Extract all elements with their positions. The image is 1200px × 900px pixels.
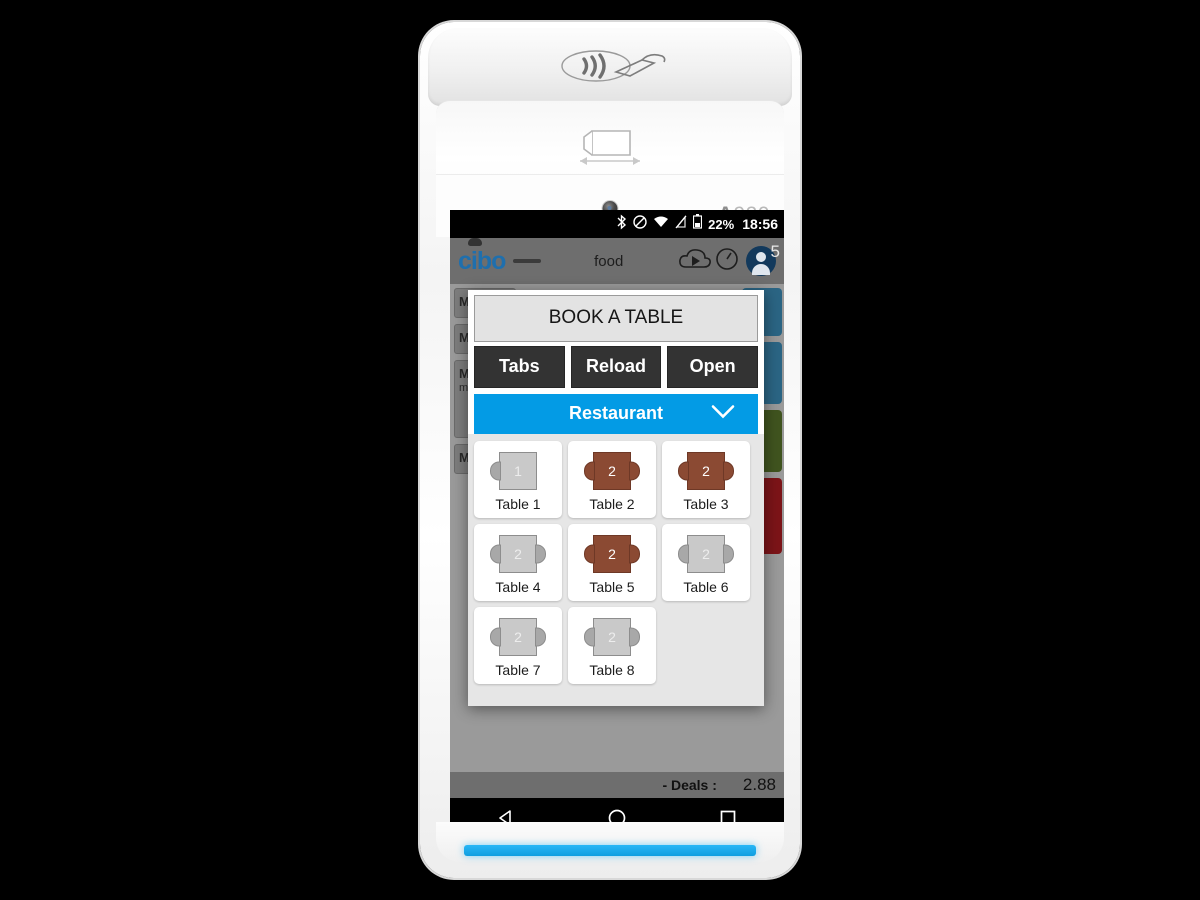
app-header: cibo food bbox=[450, 238, 784, 284]
chair-right-icon bbox=[629, 627, 640, 647]
table-icon: 2 bbox=[678, 452, 734, 490]
cloud-play-icon[interactable] bbox=[678, 246, 712, 277]
table-icon: 2 bbox=[584, 535, 640, 573]
app-header-center-label: food bbox=[594, 252, 624, 270]
receipt-printer-icon bbox=[572, 125, 648, 176]
chair-right-icon bbox=[629, 544, 640, 564]
table-label: Table 7 bbox=[495, 662, 541, 678]
do-not-disturb-icon bbox=[633, 214, 647, 234]
device-bottom bbox=[436, 822, 784, 862]
table-grid: 1 Table 1 2 Table 2 2 Table 3 2 Table 4 … bbox=[468, 434, 764, 706]
table-card[interactable]: 2 Table 3 bbox=[662, 441, 750, 518]
table-figure: 2 bbox=[662, 449, 750, 493]
status-led-bar bbox=[464, 845, 756, 856]
table-icon: 2 bbox=[584, 618, 640, 656]
table-label: Table 6 bbox=[683, 579, 729, 595]
table-seats: 2 bbox=[514, 546, 522, 562]
book-a-table-modal: BOOK A TABLE Tabs Reload Open Restaurant bbox=[468, 290, 764, 706]
table-icon: 2 bbox=[490, 535, 546, 573]
area-dropdown-value: Restaurant bbox=[568, 403, 664, 423]
chef-hat-icon bbox=[468, 238, 482, 246]
chevron-down-icon bbox=[710, 404, 736, 425]
table-figure: 2 bbox=[474, 532, 562, 576]
chair-left-icon bbox=[678, 461, 689, 481]
payment-terminal-device: A920 22% bbox=[420, 22, 800, 878]
reload-button[interactable]: Reload bbox=[570, 346, 662, 388]
table-seats: 2 bbox=[702, 546, 710, 562]
table-icon: 2 bbox=[490, 618, 546, 656]
table-label: Table 8 bbox=[589, 662, 635, 678]
battery-icon bbox=[693, 214, 703, 234]
table-seats: 2 bbox=[608, 463, 616, 479]
table-seats: 2 bbox=[514, 629, 522, 645]
deals-total-bar: - Deals : 2.88 bbox=[450, 772, 784, 798]
contactless-nfc-icon bbox=[550, 46, 670, 91]
table-figure: 2 bbox=[662, 532, 750, 576]
table-card[interactable]: 1 Table 1 bbox=[474, 441, 562, 518]
table-figure: 1 bbox=[474, 449, 562, 493]
table-icon: 2 bbox=[584, 452, 640, 490]
gauge-icon[interactable] bbox=[714, 246, 740, 277]
chair-right-icon bbox=[723, 544, 734, 564]
table-card[interactable]: 2 Table 5 bbox=[568, 524, 656, 601]
area-dropdown[interactable]: Restaurant bbox=[474, 394, 758, 434]
battery-percent: 22% bbox=[708, 216, 735, 232]
chair-right-icon bbox=[535, 627, 546, 647]
device-screen: 22% 18:56 cibo food M M M m M 5 BOOK A T… bbox=[450, 210, 784, 825]
android-nav-bar bbox=[450, 798, 784, 825]
table-figure: 2 bbox=[474, 615, 562, 659]
chair-right-icon bbox=[629, 461, 640, 481]
total-amount: 2.88 bbox=[742, 775, 776, 794]
chair-left-icon bbox=[584, 627, 595, 647]
table-label: Table 3 bbox=[683, 496, 729, 512]
chair-left-icon bbox=[584, 544, 595, 564]
table-seats: 1 bbox=[514, 463, 522, 479]
chair-left-icon bbox=[490, 461, 501, 481]
chair-right-icon bbox=[535, 544, 546, 564]
wifi-icon bbox=[653, 215, 669, 233]
no-sim-signal-icon bbox=[675, 214, 687, 234]
chair-left-icon bbox=[584, 461, 595, 481]
table-label: Table 4 bbox=[495, 579, 541, 595]
modal-title: BOOK A TABLE bbox=[474, 295, 758, 342]
deals-label: - Deals : bbox=[662, 777, 717, 793]
background-order-count: 5 bbox=[770, 242, 780, 261]
device-top-band bbox=[428, 28, 792, 106]
chair-right-icon bbox=[723, 461, 734, 481]
table-label: Table 5 bbox=[589, 579, 635, 595]
tabs-button[interactable]: Tabs bbox=[474, 346, 565, 388]
android-status-bar: 22% 18:56 bbox=[450, 210, 784, 238]
table-icon: 1 bbox=[490, 452, 537, 490]
screenshot-stage: A920 22% bbox=[0, 0, 1200, 900]
table-label: Table 2 bbox=[589, 496, 635, 512]
chair-left-icon bbox=[490, 544, 501, 564]
status-clock: 18:56 bbox=[742, 216, 778, 232]
table-figure: 2 bbox=[568, 532, 656, 576]
table-card[interactable]: 2 Table 4 bbox=[474, 524, 562, 601]
table-icon: 2 bbox=[678, 535, 734, 573]
table-card[interactable]: 2 Table 7 bbox=[474, 607, 562, 684]
chair-left-icon bbox=[490, 627, 501, 647]
open-button[interactable]: Open bbox=[667, 346, 759, 388]
table-label: Table 1 bbox=[495, 496, 541, 512]
table-figure: 2 bbox=[568, 615, 656, 659]
hamburger-dash-icon[interactable] bbox=[513, 259, 542, 263]
chair-left-icon bbox=[678, 544, 689, 564]
cibo-logo: cibo bbox=[458, 238, 506, 276]
modal-button-row: Tabs Reload Open bbox=[468, 346, 764, 388]
table-figure: 2 bbox=[568, 449, 656, 493]
table-card[interactable]: 2 Table 6 bbox=[662, 524, 750, 601]
table-seats: 2 bbox=[608, 629, 616, 645]
pos-app-area: cibo food M M Mm h h bbox=[450, 238, 784, 798]
bluetooth-icon bbox=[616, 213, 627, 235]
table-seats: 2 bbox=[702, 463, 710, 479]
table-card[interactable]: 2 Table 8 bbox=[568, 607, 656, 684]
table-seats: 2 bbox=[608, 546, 616, 562]
table-card[interactable]: 2 Table 2 bbox=[568, 441, 656, 518]
